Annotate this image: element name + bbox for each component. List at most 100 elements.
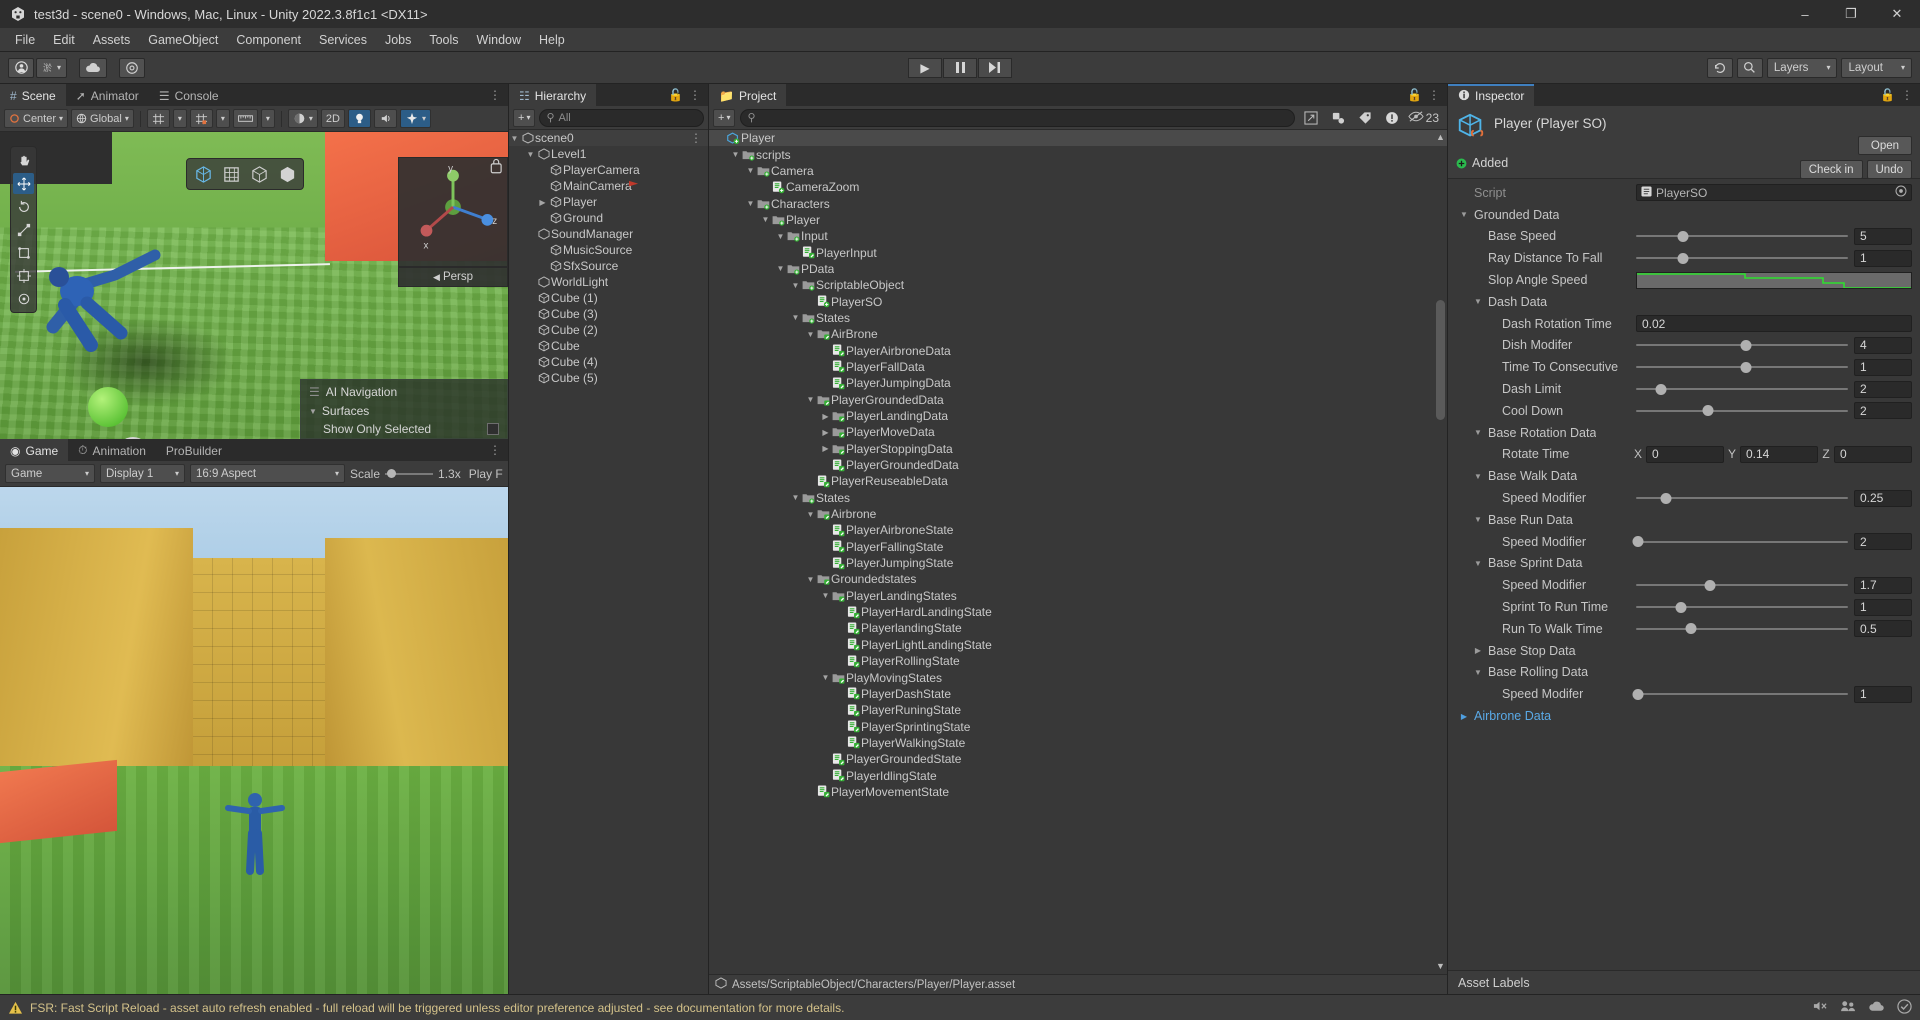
- tab-probuilder[interactable]: ProBuilder: [156, 439, 232, 461]
- axis-x-field[interactable]: 0: [1646, 446, 1724, 463]
- chevron-down-icon[interactable]: ▼: [805, 395, 816, 404]
- snap-increment-icon[interactable]: [190, 109, 213, 128]
- game-target-dropdown[interactable]: Game ▾: [5, 464, 95, 483]
- lock-icon[interactable]: 🔓: [1407, 88, 1422, 102]
- number-field[interactable]: 0.5: [1854, 620, 1912, 637]
- inspector-row[interactable]: ▶Airbrone Data: [1448, 705, 1920, 727]
- scene-view-gizmo[interactable]: y z x: [398, 157, 508, 267]
- number-field[interactable]: 2: [1854, 381, 1912, 398]
- chevron-down-icon[interactable]: ▼: [745, 166, 756, 175]
- hierarchy-row[interactable]: ▼Level1: [509, 146, 708, 162]
- scale-tool-icon[interactable]: [13, 219, 34, 240]
- chevron-down-icon[interactable]: ▼: [1458, 210, 1470, 219]
- property-slider[interactable]: [1636, 578, 1848, 592]
- chevron-down-icon[interactable]: ▼: [525, 150, 536, 159]
- play-focused-label[interactable]: Play F: [469, 467, 503, 481]
- number-field[interactable]: 0.25: [1854, 490, 1912, 507]
- project-row[interactable]: PlayerFallingState: [709, 539, 1447, 555]
- number-field[interactable]: 2: [1854, 533, 1912, 550]
- tab-hierarchy[interactable]: ☷ Hierarchy: [509, 84, 596, 106]
- project-row[interactable]: PlayerSO: [709, 293, 1447, 309]
- close-button[interactable]: ✕: [1874, 0, 1920, 28]
- hidden-items-badge[interactable]: 23: [1408, 110, 1443, 126]
- layout-dropdown[interactable]: Layout ▾: [1841, 58, 1912, 78]
- number-field[interactable]: 1: [1854, 599, 1912, 616]
- tab-animator[interactable]: ➚ Animator: [66, 84, 149, 106]
- chevron-right-icon[interactable]: ▶: [1472, 646, 1484, 655]
- slider-knob[interactable]: [1660, 493, 1671, 504]
- slider-knob[interactable]: [1633, 536, 1644, 547]
- search-expand-icon[interactable]: [1300, 109, 1322, 127]
- scale-slider-group[interactable]: Scale 1.3x: [350, 467, 461, 481]
- transform-tool-icon[interactable]: [13, 265, 34, 286]
- number-field[interactable]: 1: [1854, 250, 1912, 267]
- chevron-down-icon[interactable]: ▼: [805, 330, 816, 339]
- chevron-right-icon[interactable]: ▶: [1458, 712, 1470, 721]
- chevron-right-icon[interactable]: ▶: [537, 198, 548, 207]
- kebab-icon[interactable]: ⋮: [690, 131, 708, 145]
- chevron-down-icon[interactable]: ▼: [1472, 297, 1484, 306]
- play-button[interactable]: ▶: [908, 58, 942, 78]
- project-row[interactable]: PlayerJumpingData: [709, 375, 1447, 391]
- inspector-row[interactable]: ▼Base Rotation Data: [1448, 422, 1920, 444]
- check-in-button[interactable]: Check in: [1800, 160, 1863, 179]
- ai-nav-section-surfaces[interactable]: ▼ Surfaces: [301, 402, 507, 420]
- menu-assets[interactable]: Assets: [84, 30, 140, 50]
- object-field[interactable]: PlayerSO: [1636, 184, 1912, 201]
- menu-tools[interactable]: Tools: [420, 30, 467, 50]
- project-row[interactable]: ▼Camera: [709, 163, 1447, 179]
- chevron-down-icon[interactable]: ▼: [1472, 559, 1484, 568]
- inspector-row[interactable]: ▼Base Sprint Data: [1448, 553, 1920, 575]
- rect-tool-icon[interactable]: [13, 242, 34, 263]
- tab-animation[interactable]: ⏱ Animation: [68, 439, 156, 461]
- project-row[interactable]: ▼PlayerLandingStates: [709, 588, 1447, 604]
- property-slider[interactable]: [1636, 404, 1848, 418]
- target-picker-icon[interactable]: [1895, 185, 1907, 200]
- warning-icon[interactable]: [1381, 109, 1403, 127]
- audio-toggle-button[interactable]: [374, 109, 397, 128]
- cloud-icon[interactable]: [79, 58, 107, 78]
- property-slider[interactable]: [1636, 535, 1848, 549]
- project-row[interactable]: PlayerHardLandingState: [709, 604, 1447, 620]
- project-row[interactable]: PlayerDashState: [709, 686, 1447, 702]
- drag-handle-icon[interactable]: ☰: [309, 385, 320, 399]
- undo-button[interactable]: Undo: [1867, 160, 1913, 179]
- project-row[interactable]: ▼Player: [709, 212, 1447, 228]
- snap-dropdown[interactable]: ▾: [216, 109, 230, 128]
- slider-knob[interactable]: [1677, 253, 1688, 264]
- hierarchy-row[interactable]: WorldLight: [509, 274, 708, 290]
- ai-nav-row-show-only-selected[interactable]: Show Only Selected: [301, 420, 507, 438]
- number-field[interactable]: 5: [1854, 228, 1912, 245]
- grid-snap-dropdown[interactable]: ▾: [173, 109, 187, 128]
- project-row[interactable]: ▼Input: [709, 228, 1447, 244]
- hierarchy-row[interactable]: Cube (1): [509, 290, 708, 306]
- display-dropdown[interactable]: Display 1 ▾: [100, 464, 185, 483]
- chevron-down-icon[interactable]: ▼: [790, 493, 801, 502]
- hierarchy-row[interactable]: Ground: [509, 210, 708, 226]
- kebab-icon[interactable]: ⋮: [489, 88, 501, 102]
- property-slider[interactable]: [1636, 600, 1848, 614]
- property-slider[interactable]: [1636, 622, 1848, 636]
- effects-toggle-button[interactable]: ▾: [400, 109, 431, 128]
- inspector-row[interactable]: ▶Base Stop Data: [1448, 640, 1920, 662]
- lock-icon[interactable]: 🔓: [668, 88, 683, 102]
- chevron-down-icon[interactable]: ▼: [790, 281, 801, 290]
- project-row[interactable]: ▼PData: [709, 261, 1447, 277]
- shading-solid-icon[interactable]: [274, 162, 300, 186]
- chevron-down-icon[interactable]: ▼: [820, 673, 831, 682]
- slider-knob[interactable]: [1741, 362, 1752, 373]
- project-row[interactable]: ▼PlayMovingStates: [709, 669, 1447, 685]
- chevron-down-icon[interactable]: ▼: [805, 575, 816, 584]
- project-row[interactable]: ▶PlayerStoppingData: [709, 441, 1447, 457]
- project-row[interactable]: PlayerGroundedData: [709, 457, 1447, 473]
- project-scrollbar[interactable]: [1436, 300, 1445, 420]
- menu-services[interactable]: Services: [310, 30, 376, 50]
- chevron-right-icon[interactable]: ▶: [820, 412, 831, 421]
- draw-mode-dropdown[interactable]: ▾: [288, 109, 318, 128]
- project-row[interactable]: PlayerRollingState: [709, 653, 1447, 669]
- project-tree[interactable]: Player▼scripts▼CameraCameraZoom▼Characte…: [709, 130, 1447, 800]
- property-slider[interactable]: [1636, 229, 1848, 243]
- slider-knob[interactable]: [1677, 231, 1688, 242]
- tab-console[interactable]: ☰ Console: [149, 84, 229, 106]
- project-row[interactable]: ▼States: [709, 310, 1447, 326]
